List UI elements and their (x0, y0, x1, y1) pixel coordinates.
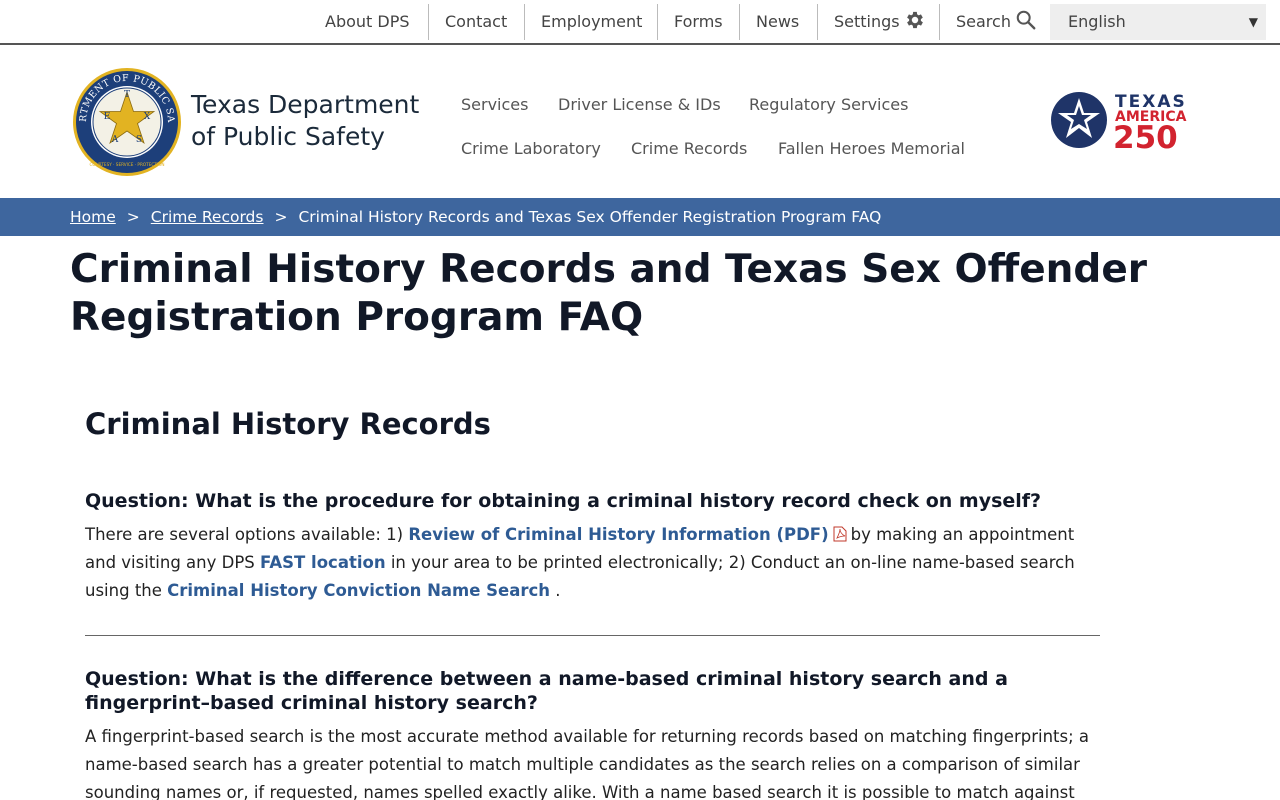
breadcrumb: Home > Crime Records > Criminal History Reco… (0, 198, 1280, 236)
utility-bar: About DPS Contact Employment Forms News … (0, 0, 1280, 45)
breadcrumb-home[interactable]: Home (70, 208, 116, 226)
dps-seal-logo[interactable]: DEPARTMENT OF PUBLIC SAFETY T E X A S CO… (72, 67, 182, 177)
breadcrumb-separator: > (126, 208, 140, 226)
review-criminal-history-pdf-link[interactable]: Review of Criminal History Information (… (408, 525, 828, 544)
answer-text: . (555, 581, 561, 600)
util-link-employment[interactable]: Employment (525, 4, 658, 40)
faq-answer: There are several options available: 1) … (85, 521, 1105, 605)
answer-text: There are several options available: 1) (85, 525, 404, 544)
breadcrumb-crime-records[interactable]: Crime Records (151, 208, 264, 226)
agency-name[interactable]: Texas Department of Public Safety (191, 89, 419, 153)
nav-regulatory-services[interactable]: Regulatory Services (749, 95, 908, 114)
texas-america-250-logo[interactable]: TEXAS AMERICA 250 (1049, 90, 1209, 150)
seal-letter: E (104, 112, 111, 122)
divider (85, 635, 1100, 636)
util-link-about[interactable]: About DPS (309, 4, 426, 40)
section-heading: Criminal History Records (85, 407, 491, 441)
search-button[interactable]: Search (940, 4, 1053, 40)
conviction-name-search-link[interactable]: Criminal History Conviction Name Search (167, 581, 550, 600)
search-icon (1016, 10, 1036, 30)
seal-motto: COURTESY · SERVICE · PROTECTION (89, 162, 164, 167)
util-link-forms[interactable]: Forms (658, 4, 739, 40)
search-label: Search (956, 12, 1011, 31)
util-link-contact[interactable]: Contact (429, 4, 523, 40)
agency-name-line2: of Public Safety (191, 122, 385, 151)
seal-letter: A (111, 135, 119, 145)
gear-icon (906, 11, 923, 29)
t250-number: 250 (1113, 120, 1178, 150)
nav-crime-records[interactable]: Crime Records (631, 139, 747, 158)
pdf-icon (833, 526, 847, 542)
faq-question: Question: What is the procedure for obta… (85, 490, 1042, 512)
language-value: English (1068, 12, 1126, 31)
settings-label: Settings (834, 12, 900, 31)
seal-letter: X (144, 112, 151, 122)
chevron-down-icon: ▼ (1248, 15, 1258, 29)
nav-crime-laboratory[interactable]: Crime Laboratory (461, 139, 601, 158)
page-title: Criminal History Records and Texas Sex O… (70, 247, 1148, 340)
nav-fallen-heroes[interactable]: Fallen Heroes Memorial (778, 139, 965, 158)
language-select[interactable]: English ▼ (1050, 4, 1266, 40)
seal-letter: T (124, 90, 130, 100)
seal-letter: S (136, 135, 142, 145)
util-link-news[interactable]: News (740, 4, 815, 40)
faq-answer: A fingerprint-based search is the most a… (85, 727, 1090, 800)
nav-driver-license[interactable]: Driver License & IDs (558, 95, 721, 114)
breadcrumb-separator: > (274, 208, 288, 226)
breadcrumb-current: Criminal History Records and Texas Sex O… (298, 208, 882, 226)
settings-button[interactable]: Settings (818, 4, 942, 40)
agency-name-line1: Texas Department (191, 90, 420, 119)
faq-question: Question: What is the difference between… (85, 668, 1008, 714)
nav-services[interactable]: Services (461, 95, 528, 114)
fast-location-link[interactable]: FAST location (260, 553, 386, 572)
